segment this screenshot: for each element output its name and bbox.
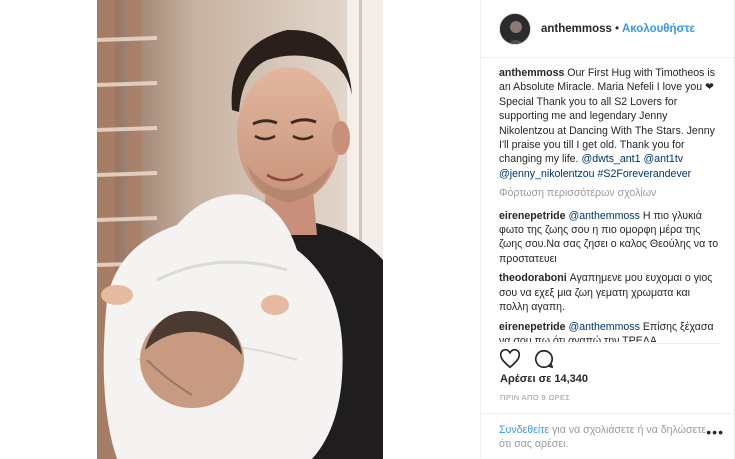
heart-icon[interactable]: [499, 348, 521, 370]
mention-ant1tv[interactable]: @ant1tv: [643, 153, 683, 165]
header-separator: •: [614, 22, 619, 35]
mention-jenny-nikolentzou[interactable]: @jenny_nikolentzou: [499, 168, 595, 180]
comment-username[interactable]: eirenepetride: [499, 210, 566, 222]
load-more-comments-button[interactable]: Φόρτωση περισσότερων σχολίων: [499, 186, 721, 200]
caption-username[interactable]: anthemmoss: [499, 67, 564, 79]
comment-icon[interactable]: [533, 348, 555, 370]
avatar-image: [500, 13, 530, 44]
hashtag-s2foreverandever[interactable]: #S2Foreverandever: [598, 168, 692, 180]
post-photo[interactable]: [97, 0, 383, 459]
likes-count[interactable]: Αρέσει σε 14,340: [500, 373, 588, 385]
comment-username[interactable]: eirenepetride: [499, 321, 566, 333]
profile-avatar[interactable]: [499, 12, 531, 45]
post-media: [0, 0, 480, 459]
mention-dwts-ant1[interactable]: @dwts_ant1: [581, 153, 640, 165]
post-sidebar: anthemmoss • Ακολουθήστε anthemmoss Our Fi…: [480, 0, 735, 459]
heart-emoji: ❤: [705, 81, 714, 94]
comment-mention[interactable]: @anthemmoss: [569, 321, 640, 333]
photo-illustration: [97, 0, 383, 459]
comment-item: eirenepetride @anthemmoss Η πιο γλυκιά φ…: [499, 209, 721, 267]
post-timestamp: ΠΡΙΝ ΑΠΟ 9 ΩΡΕΣ: [500, 393, 571, 402]
action-bar: [499, 343, 721, 369]
comment-list[interactable]: anthemmoss Our First Hug with Timotheos …: [499, 66, 721, 342]
header-username[interactable]: anthemmoss: [541, 23, 612, 35]
comment-item: eirenepetride @anthemmoss Επίσης ξέχασα …: [499, 320, 721, 343]
comment-item: theodoraboni Αγαπημενε μου ευχομαι ο γιο…: [499, 271, 721, 314]
caption: anthemmoss Our First Hug with Timotheos …: [499, 66, 721, 181]
instagram-post: anthemmoss • Ακολουθήστε anthemmoss Our Fi…: [0, 0, 735, 459]
more-options-icon[interactable]: •••: [706, 424, 724, 440]
login-link[interactable]: Συνδεθείτε: [499, 424, 549, 436]
comment-username[interactable]: theodoraboni: [499, 272, 567, 284]
header-text: anthemmoss • Ακολουθήστε: [541, 23, 695, 35]
post-header: anthemmoss • Ακολουθήστε: [481, 0, 735, 58]
comment-mention[interactable]: @anthemmoss: [569, 210, 640, 222]
login-prompt: Συνδεθείτε για να σχολιάσετε ή να δηλώσε…: [481, 413, 735, 459]
follow-button[interactable]: Ακολουθήστε: [622, 23, 695, 35]
